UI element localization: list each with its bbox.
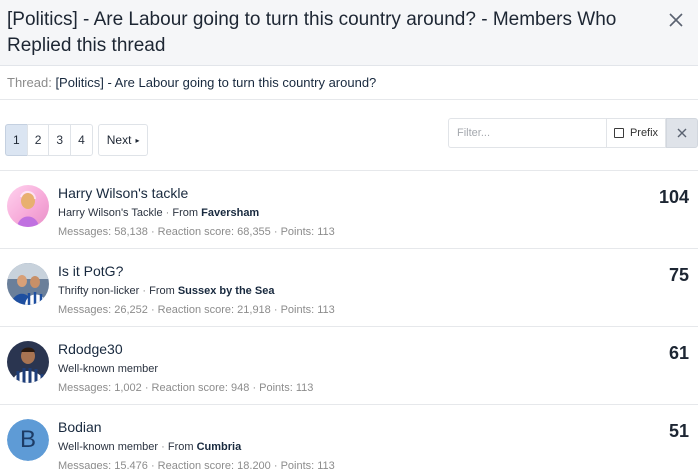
next-label: Next: [106, 133, 132, 147]
page-1-button[interactable]: 1: [5, 124, 27, 156]
member-stats: Messages: 26,252 · Reaction score: 21,91…: [58, 304, 335, 316]
member-location: Sussex by the Sea: [177, 285, 275, 297]
close-icon: [669, 13, 683, 27]
reply-count: 75: [668, 265, 689, 285]
member-name[interactable]: Harry Wilson's tackle: [58, 185, 188, 201]
reply-count: 51: [668, 421, 689, 441]
avatar[interactable]: [7, 263, 49, 305]
prefix-label: Prefix: [629, 127, 659, 139]
avatar[interactable]: B: [7, 419, 49, 461]
member-stats: Messages: 1,002 · Reaction score: 948 · …: [58, 382, 314, 394]
member-name[interactable]: Rdodge30: [58, 341, 123, 357]
thread-info: Thread: [Politics] - Are Labour going to…: [0, 66, 698, 100]
list-item: Harry Wilson's tackle Harry Wilson's Tac…: [0, 170, 698, 248]
member-title: Well-known member: [58, 363, 159, 375]
list-item: Rdodge30 Well-known member Messages: 1,0…: [0, 326, 698, 404]
member-list: Harry Wilson's tackle Harry Wilson's Tac…: [0, 170, 698, 469]
close-icon: [677, 128, 687, 138]
member-stats: Messages: 58,138 · Reaction score: 68,35…: [58, 226, 335, 238]
filter-bar: Prefix: [448, 118, 698, 148]
member-location: Cumbria: [196, 441, 242, 453]
reply-count: 104: [658, 187, 689, 207]
member-title: Harry Wilson's Tackle · From Faversham: [58, 207, 260, 219]
avatar-letter: B: [7, 419, 49, 461]
list-item: Is it PotG? Thrifty non-licker · From Su…: [0, 248, 698, 326]
filter-clear-button[interactable]: [666, 118, 698, 148]
avatar[interactable]: [7, 341, 49, 383]
prefix-checkbox[interactable]: [613, 128, 624, 138]
close-button[interactable]: [664, 8, 688, 32]
overlay-title: [Politics] - Are Labour going to turn th…: [7, 9, 617, 56]
thread-label: Thread:: [7, 75, 52, 90]
member-title: Thrifty non-licker · From Sussex by the …: [58, 285, 275, 297]
pagination: 1 2 3 4 Next ▸: [5, 124, 149, 156]
caret-right-icon: ▸: [135, 135, 140, 145]
member-name[interactable]: Bodian: [58, 419, 102, 435]
filter-input[interactable]: [448, 118, 606, 148]
member-name[interactable]: Is it PotG?: [58, 263, 123, 279]
avatar[interactable]: [7, 185, 49, 227]
page-4-button[interactable]: 4: [70, 124, 93, 156]
reply-count: 61: [668, 343, 689, 363]
member-location: Faversham: [201, 207, 260, 219]
overlay-header: [Politics] - Are Labour going to turn th…: [0, 0, 698, 66]
prefix-toggle[interactable]: Prefix: [606, 118, 666, 148]
page-2-button[interactable]: 2: [26, 124, 49, 156]
thread-link[interactable]: [Politics] - Are Labour going to turn th…: [55, 75, 376, 90]
list-item: B Bodian Well-known member · From Cumbri…: [0, 404, 698, 469]
member-stats: Messages: 15,476 · Reaction score: 18,20…: [58, 460, 335, 469]
page-3-button[interactable]: 3: [48, 124, 71, 156]
next-page-button[interactable]: Next ▸: [97, 124, 149, 156]
member-title: Well-known member · From Cumbria: [58, 441, 242, 453]
